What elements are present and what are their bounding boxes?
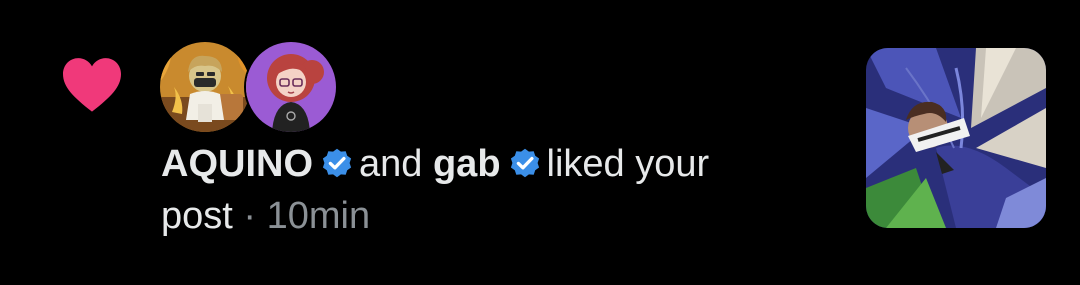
post-thumbnail[interactable]	[866, 48, 1046, 228]
avatar-aquino[interactable]	[158, 40, 252, 134]
meta-separator: ·	[243, 195, 257, 237]
connector-text: and	[359, 143, 423, 185]
timestamp: 10min	[266, 195, 371, 237]
verified-badge-icon	[322, 148, 352, 178]
verified-badge-icon	[510, 148, 539, 178]
heart-icon	[63, 58, 121, 112]
action-text: liked your	[546, 143, 710, 185]
notification-text: AQUINO and gab liked your post · 10min	[161, 138, 821, 242]
action-text-continued: post	[161, 195, 233, 237]
user-name-gab[interactable]: gab	[433, 143, 501, 185]
like-notification[interactable]: AQUINO and gab liked your post · 10min	[0, 0, 1080, 285]
avatar-gab[interactable]	[244, 40, 338, 134]
user-name-aquino[interactable]: AQUINO	[161, 143, 313, 185]
